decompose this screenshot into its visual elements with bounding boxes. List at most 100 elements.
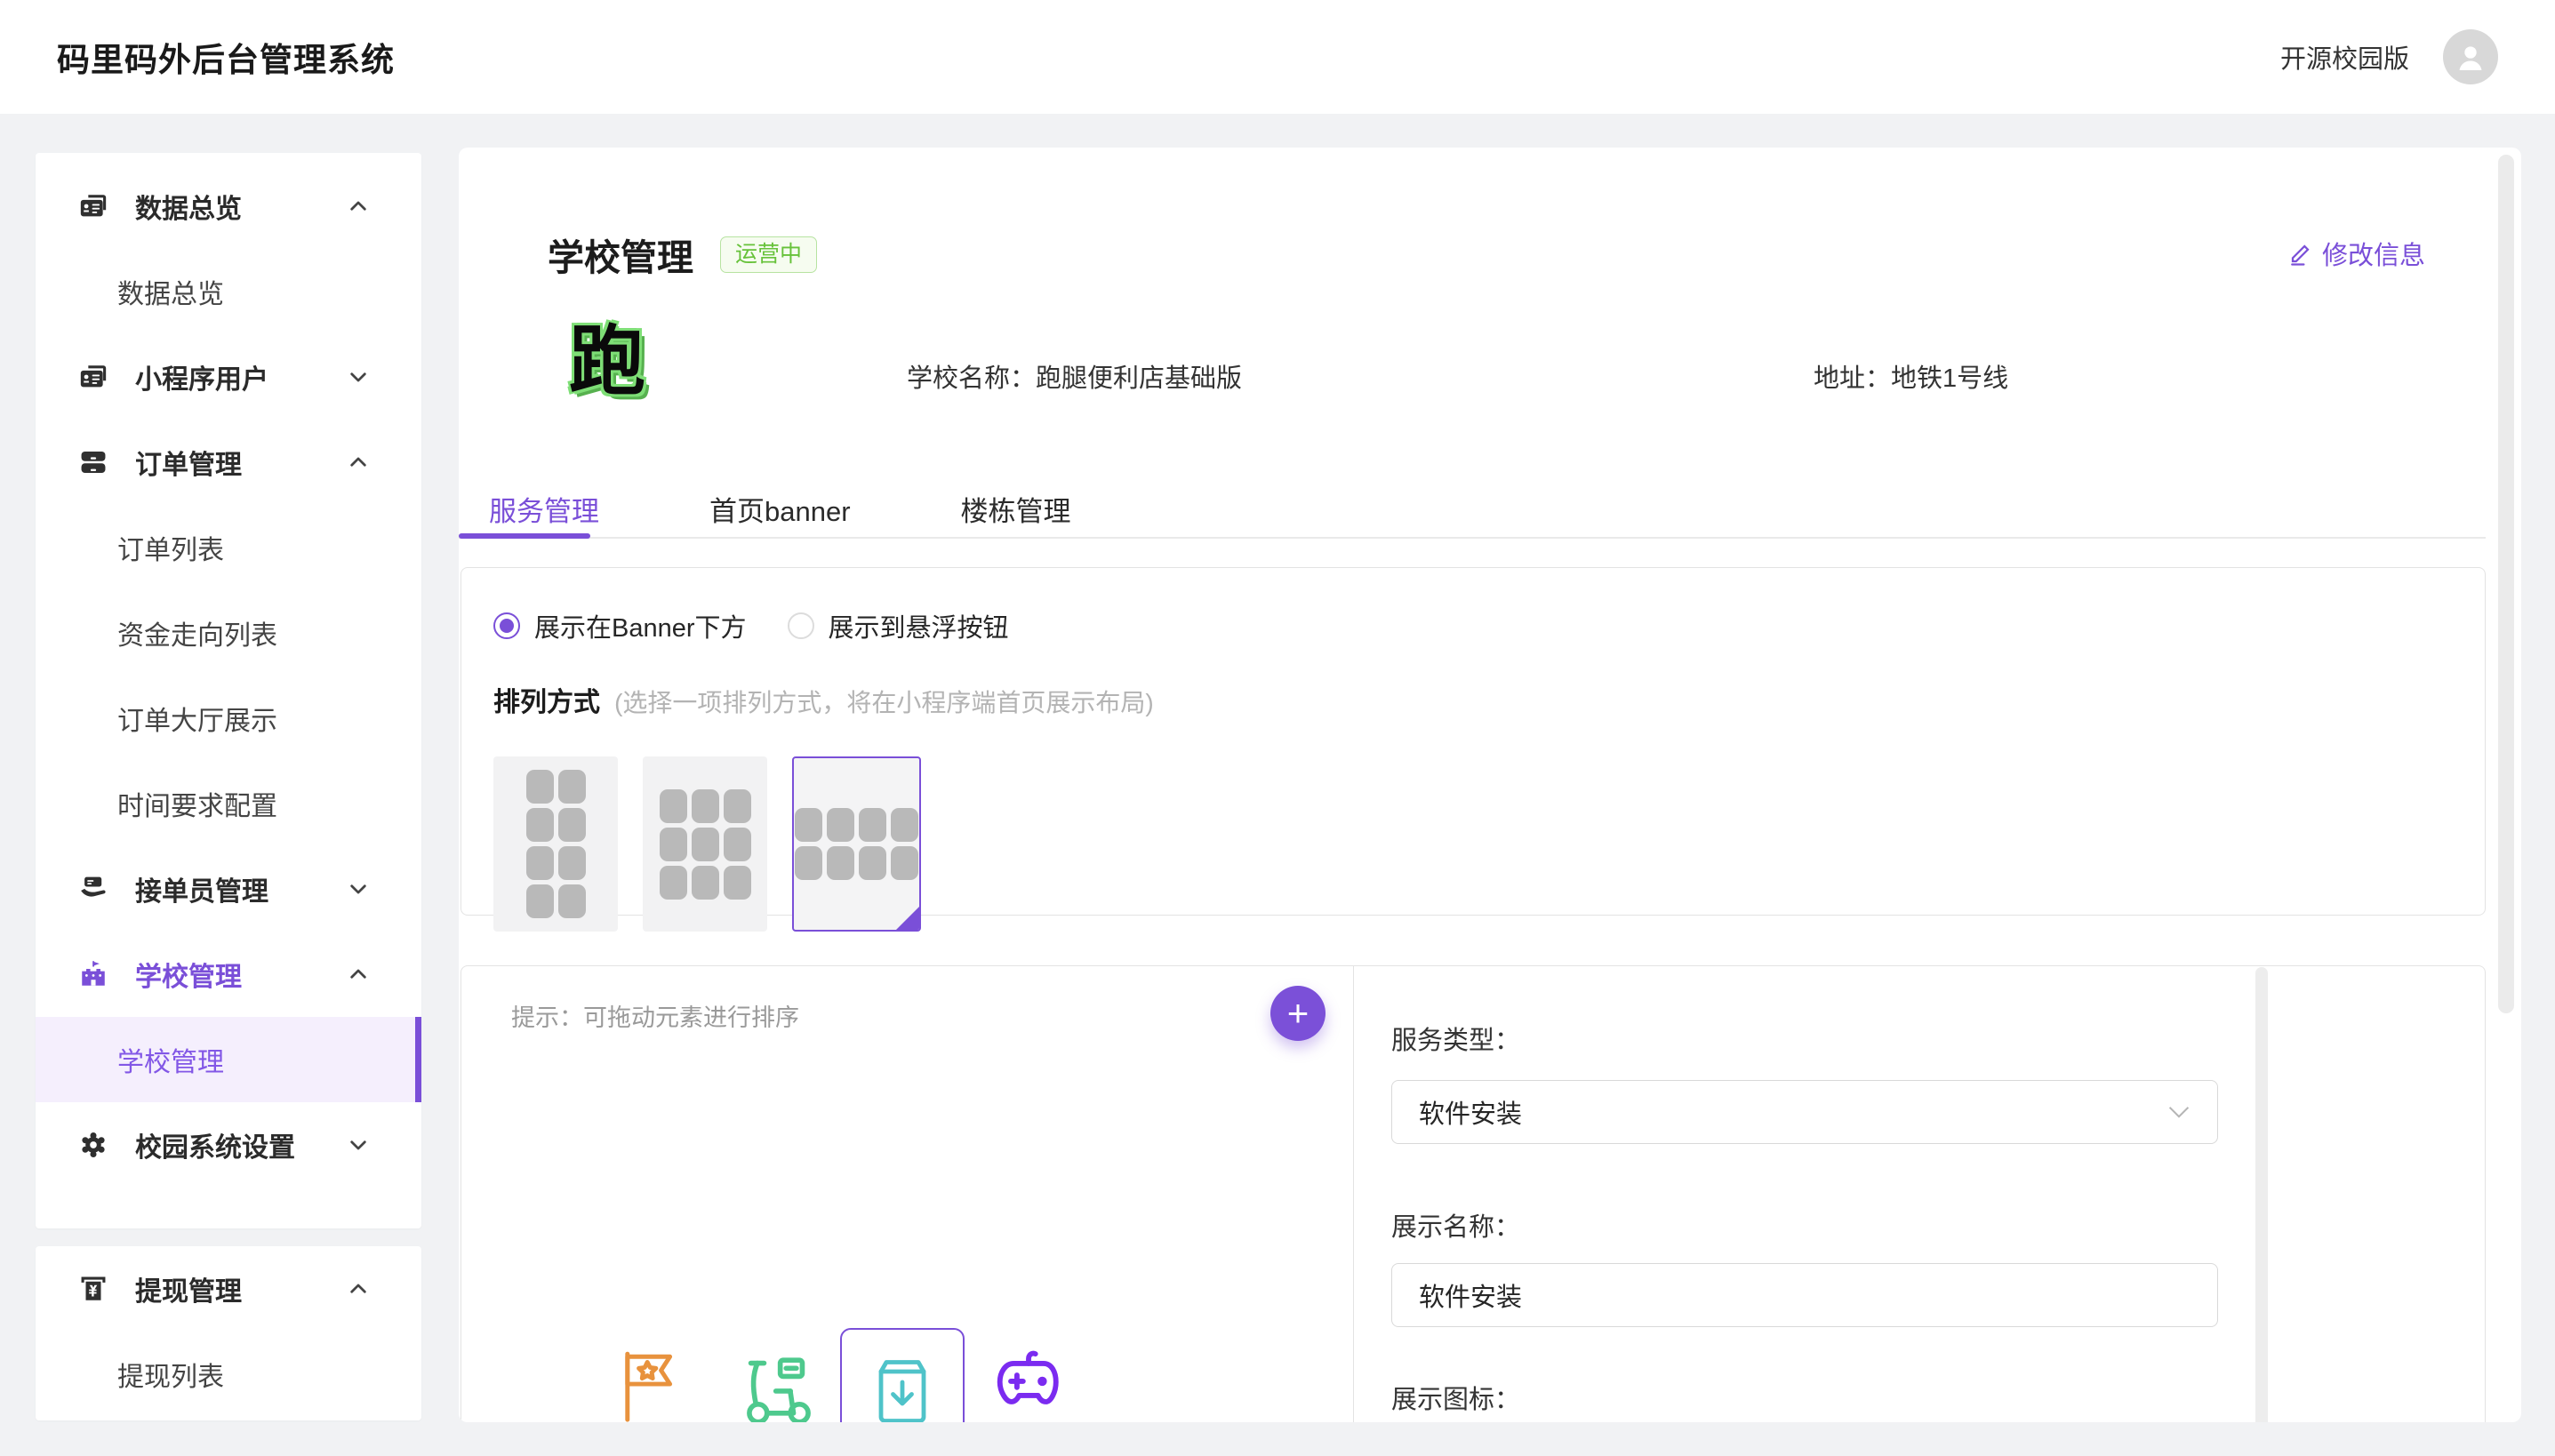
sidebar-item-0-10[interactable]: 学校管理 [36,1017,421,1102]
sidebar-group-0-3[interactable]: 订单管理 [36,420,421,505]
tab-0[interactable]: 服务管理 [489,489,599,537]
sidebar-item-0-1[interactable]: 数据总览 [36,249,421,334]
service-type-label: 服务类型： [1391,1020,2485,1057]
school-address-field: 地址：地铁1号线 [1814,357,2008,395]
sidebar-item-label: 数据总览 [117,272,224,311]
grid-cell [724,789,751,823]
radio-banner-below-label[interactable]: 展示在Banner下方 [534,607,747,644]
grid-cell [827,846,854,880]
sidebar-item-label: 提现列表 [117,1355,224,1394]
game-controller-icon[interactable] [993,1348,1064,1417]
grid-cell [724,828,751,861]
sidebar-group-0-0[interactable]: 数据总览 [36,164,421,249]
sidebar-group-0-11[interactable]: 校园系统设置 [36,1102,421,1188]
grid-cell [692,866,719,900]
gear-icon [78,1130,108,1160]
chevron-down-icon [2167,1104,2191,1120]
school-management-card: 学校管理 运营中 修改信息 跑 学校名称：跑腿便利店基础版 地址：地铁1号线 服… [459,148,2521,1422]
service-icons-row [618,1328,1064,1422]
sidebar-group-0-8[interactable]: 接单员管理 [36,846,421,932]
school-address-value: 地铁1号线 [1891,364,2008,393]
chevron-down-icon [347,877,370,900]
main-scrollbar-thumb[interactable] [2498,155,2514,1013]
grid-cell [795,846,822,880]
add-service-button[interactable]: + [1270,986,1326,1041]
sidebar-group-label: 小程序用户 [135,357,268,396]
arrangement-hint: (选择一项排列方式，将在小程序端首页展示布局) [614,689,1154,716]
sidebar-item-0-4[interactable]: 订单列表 [36,505,421,590]
display-settings-section: 展示在Banner下方 展示到悬浮按钮 排列方式 (选择一项排列方式，将在小程序… [461,567,2486,916]
school-name-label: 学校名称： [907,364,1036,393]
sidebar-group-label: 提现管理 [135,1269,242,1308]
service-type-select[interactable]: 软件安装 [1391,1080,2218,1144]
sidebar-item-label: 订单大厅展示 [117,699,277,738]
drawer-icon [78,447,108,477]
edit-info-link[interactable]: 修改信息 [2288,235,2425,272]
sidebar-group-label: 订单管理 [135,443,242,482]
radio-floating-button[interactable] [788,612,814,639]
chevron-down-icon [347,1133,370,1156]
sidebar-item-0-5[interactable]: 资金走向列表 [36,590,421,676]
drag-hint: 提示：可拖动元素进行排序 [511,998,1353,1033]
display-name-label: 展示名称： [1391,1206,2485,1244]
layout-option-4col[interactable] [792,756,921,932]
grid-cell [891,808,918,842]
sidebar-group-label: 校园系统设置 [135,1125,295,1164]
id-card-icon [78,191,108,221]
service-sort-pane: 提示：可拖动元素进行排序 + [461,966,1354,1422]
sidebar-group-label: 学校管理 [135,955,242,994]
sidebar-group-0-2[interactable]: 小程序用户 [36,334,421,420]
school-icon [78,959,108,989]
tab-divider [459,537,2486,539]
selected-service-icon-frame[interactable] [840,1328,965,1422]
tab-bar: 服务管理 首页banner 楼栋管理 [489,489,2521,537]
tab-1[interactable]: 首页banner [709,489,851,537]
service-type-value: 软件安装 [1419,1093,1522,1131]
tab-2[interactable]: 楼栋管理 [961,489,1071,537]
sidebar-group-0-9[interactable]: 学校管理 [36,932,421,1017]
grid-cell [526,808,554,842]
chevron-up-icon [347,451,370,474]
layout-option-2col[interactable] [493,756,618,932]
grid-cell [859,808,886,842]
grid-cell [558,846,586,880]
main-layout: 数据总览数据总览小程序用户订单管理订单列表资金走向列表订单大厅展示时间要求配置接… [0,114,2555,1422]
status-badge: 运营中 [720,236,817,273]
sidebar: 数据总览数据总览小程序用户订单管理订单列表资金走向列表订单大厅展示时间要求配置接… [36,114,421,1420]
school-address-label: 地址： [1814,364,1891,393]
grid-cell [660,828,687,861]
chevron-up-icon [347,195,370,218]
school-info-row: 跑 学校名称：跑腿便利店基础版 地址：地铁1号线 [459,327,2521,430]
layout-option-3col[interactable] [643,756,767,932]
sidebar-item-1-1[interactable]: 提现列表 [36,1332,421,1417]
grid-cell [558,884,586,918]
chevron-down-icon [347,365,370,388]
sidebar-item-label: 时间要求配置 [117,784,277,823]
grid-cell [526,884,554,918]
active-tab-underline [459,533,590,539]
withdraw-icon [78,1274,108,1304]
hand-card-icon [78,874,108,904]
chevron-up-icon [347,963,370,986]
scooter-icon[interactable] [741,1348,817,1422]
sidebar-item-0-6[interactable]: 订单大厅展示 [36,676,421,761]
service-editor-section: 提示：可拖动元素进行排序 + 服务类型： 软件安装 展示名称： 展示图标： [461,965,2486,1422]
radio-floating-button-label[interactable]: 展示到悬浮按钮 [829,607,1009,644]
user-avatar-icon [2453,39,2488,75]
user-avatar[interactable] [2443,29,2498,84]
grid-cell [558,770,586,804]
page-title: 学校管理 [548,228,693,281]
display-name-input[interactable] [1391,1263,2218,1327]
sidebar-item-0-7[interactable]: 时间要求配置 [36,761,421,846]
box-download-icon[interactable] [870,1353,934,1422]
form-scrollbar-thumb[interactable] [2255,967,2268,1422]
service-form-pane: 服务类型： 软件安装 展示名称： 展示图标： [1354,966,2485,1422]
sidebar-item-label: 订单列表 [117,528,224,567]
sidebar-group-label: 数据总览 [135,187,242,226]
display-position-radio-group: 展示在Banner下方 展示到悬浮按钮 [493,607,2485,644]
grid-cell [526,770,554,804]
radio-banner-below[interactable] [493,612,520,639]
flag-star-icon[interactable] [618,1348,684,1422]
sidebar-group-1-0[interactable]: 提现管理 [36,1246,421,1332]
arrangement-label: 排列方式 [493,688,600,717]
